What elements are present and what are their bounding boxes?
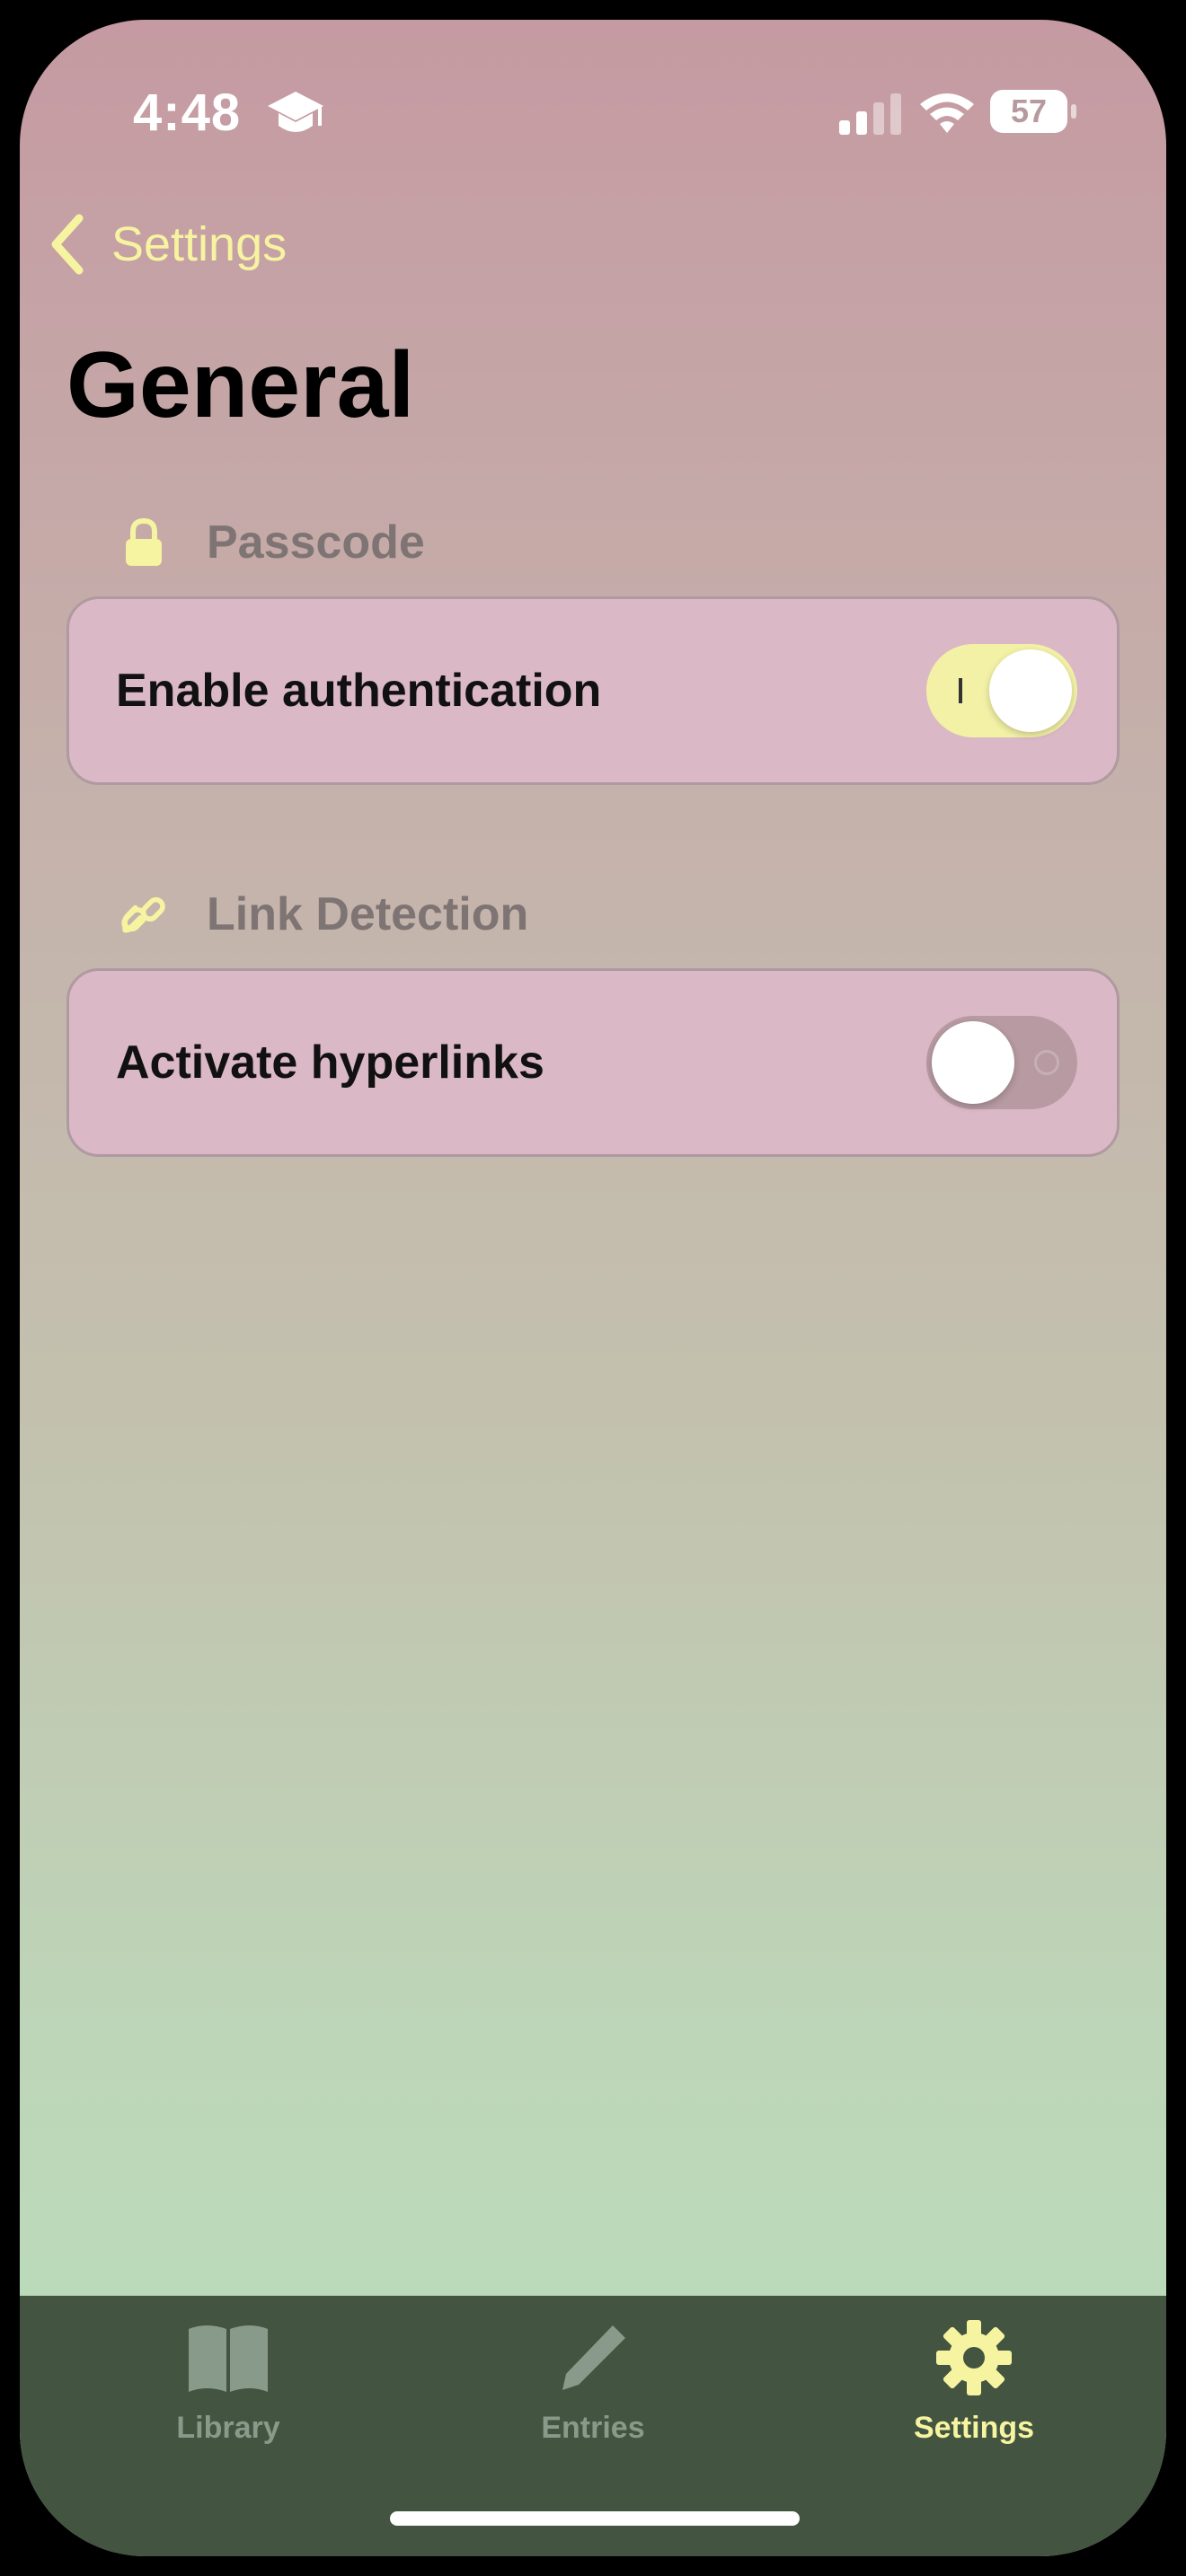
toggle-knob: [932, 1021, 1014, 1104]
row-label: Activate hyperlinks: [116, 1037, 544, 1089]
status-time: 4:48: [133, 84, 242, 142]
book-icon: [183, 2317, 273, 2398]
back-button[interactable]: Settings: [47, 199, 287, 289]
toggle-knob: [989, 649, 1072, 732]
chevron-left-icon: [51, 214, 84, 275]
hyperlinks-toggle[interactable]: [926, 1016, 1077, 1109]
section-header-link-detection: Link Detection: [119, 878, 528, 950]
section-header-passcode: Passcode: [119, 507, 425, 578]
row-label: Enable authentication: [116, 665, 602, 717]
graduation-cap-icon: [268, 92, 323, 132]
tab-entries[interactable]: Entries: [458, 2317, 728, 2446]
tab-label: Entries: [541, 2411, 645, 2445]
app-screen: 4:48 57 Settings General Passcode Enable…: [20, 20, 1166, 2556]
page-title: General: [66, 333, 415, 437]
section-label: Link Detection: [207, 888, 529, 940]
tab-label: Settings: [913, 2411, 1035, 2445]
tab-label: Library: [176, 2411, 280, 2445]
status-bar: 4:48 57: [20, 20, 1166, 181]
link-icon: [119, 887, 169, 941]
tab-settings[interactable]: Settings: [839, 2317, 1109, 2446]
tab-library[interactable]: Library: [93, 2317, 363, 2446]
authentication-toggle[interactable]: [926, 644, 1077, 737]
toggle-off-mark: [1034, 1050, 1059, 1075]
battery-level: 57: [990, 90, 1067, 133]
tab-bar: Library Entries Settings: [20, 2296, 1166, 2556]
battery-tip: [1071, 104, 1076, 119]
settings-card-link-detection: Activate hyperlinks: [66, 968, 1120, 1157]
section-label: Passcode: [207, 516, 425, 569]
toggle-on-mark: [959, 678, 962, 703]
settings-card-passcode: Enable authentication: [66, 596, 1120, 785]
cellular-signal-icon: [839, 93, 901, 135]
home-indicator[interactable]: [390, 2511, 800, 2526]
device-frame: 4:48 57 Settings General Passcode Enable…: [0, 0, 1186, 2576]
wifi-icon: [920, 93, 974, 133]
gear-icon: [929, 2317, 1019, 2398]
pencil-icon: [548, 2317, 638, 2398]
back-label: Settings: [111, 217, 288, 271]
lock-icon: [119, 516, 169, 569]
